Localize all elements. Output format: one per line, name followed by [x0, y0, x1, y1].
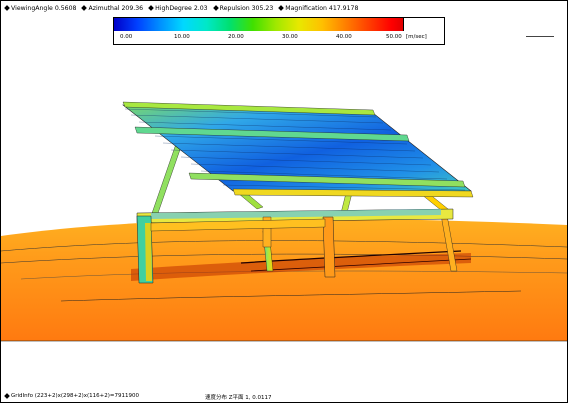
front-leg [145, 223, 152, 281]
simulation-scene [1, 101, 567, 342]
diagonal-brace [150, 140, 184, 217]
ground-plane [1, 218, 567, 341]
grid-info-text: GridInfo (223+2)x(298+2)x(116+2)=7911900 [11, 393, 140, 399]
distribution-info: 速度分布 Z平面 1, 0.0117 [205, 395, 272, 401]
cfd-viewer: ViewingAngle 0.5608 Azimuthal 209.36 Hig… [0, 0, 568, 403]
diamond-icon [4, 393, 10, 399]
grid-info: GridInfo (223+2)x(298+2)x(116+2)=7911900 [4, 393, 140, 399]
